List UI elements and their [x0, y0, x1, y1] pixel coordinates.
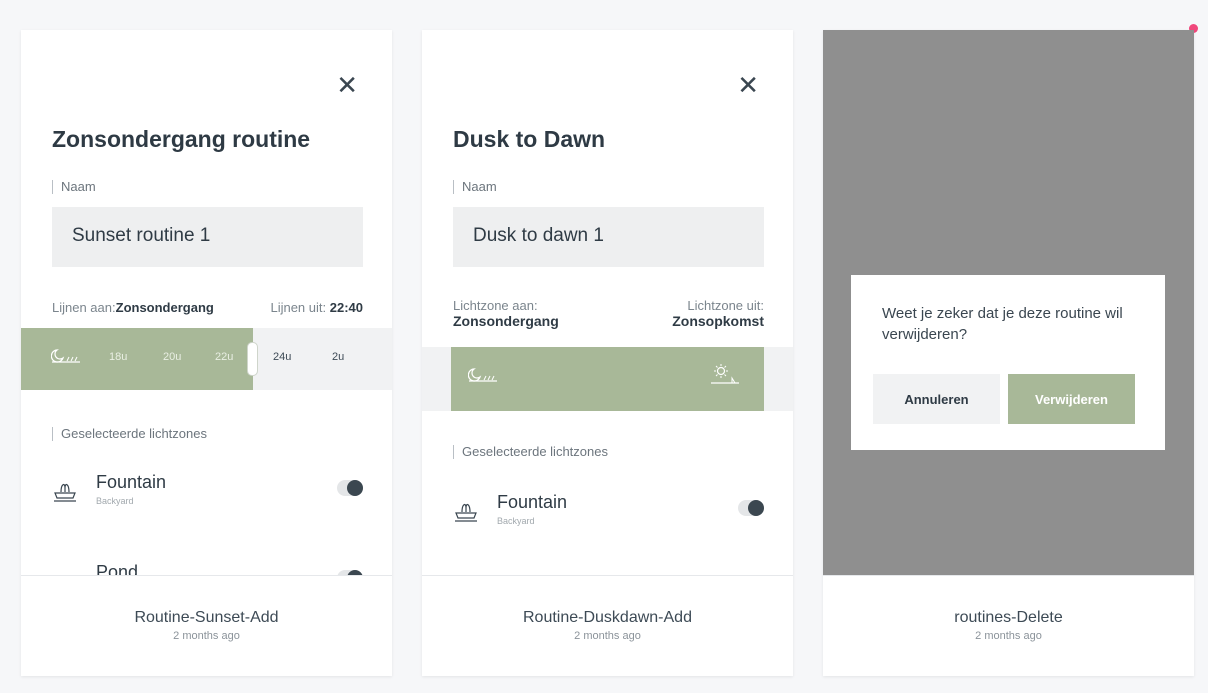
- screen-timestamp: 2 months ago: [173, 630, 240, 642]
- fountain-icon: [455, 503, 477, 522]
- dialog-question: Weet je zeker dat je deze routine wil ve…: [882, 305, 1123, 343]
- card-footer: Routine-Sunset-Add 2 months ago: [21, 576, 392, 676]
- name-field[interactable]: Sunset routine 1: [52, 207, 363, 267]
- selected-zones-label: Geselecteerde lichtzones: [52, 427, 207, 441]
- zone-item[interactable]: Pond: [52, 562, 363, 576]
- screen-preview[interactable]: Weet je zeker dat je deze routine wil ve…: [823, 30, 1194, 576]
- pond-icon: [52, 568, 78, 576]
- zone-subtitle: Backyard: [497, 516, 535, 526]
- zone-name: Fountain: [497, 492, 568, 512]
- delete-button[interactable]: Verwijderen: [1008, 374, 1135, 424]
- screen-timestamp: 2 months ago: [574, 630, 641, 642]
- slider-handle[interactable]: [247, 342, 258, 376]
- tick-label: 24u: [273, 351, 292, 363]
- tick-label: 20u: [163, 351, 182, 363]
- lines-off: Lijnen uit: 22:40: [270, 300, 363, 315]
- screen-timestamp: 2 months ago: [975, 630, 1042, 642]
- zone-toggle[interactable]: [738, 500, 764, 516]
- dusk-dawn-bar: [422, 347, 793, 411]
- zone-item[interactable]: Fountain Backyard: [453, 492, 764, 532]
- sunset-icon: [468, 368, 497, 382]
- close-icon[interactable]: ✕: [737, 72, 759, 98]
- zone-schedule-info: Lichtzone aan: Zonsondergang Lichtzone u…: [453, 298, 764, 329]
- screen-card-delete[interactable]: Weet je zeker dat je deze routine wil ve…: [823, 30, 1194, 676]
- tick-label: 22u: [215, 351, 234, 363]
- cancel-button[interactable]: Annuleren: [873, 374, 1000, 424]
- card-footer: Routine-Duskdawn-Add 2 months ago: [422, 576, 793, 676]
- zone-off-value: Zonsopkomst: [672, 313, 764, 329]
- name-label: Naam: [52, 180, 96, 194]
- screen-preview[interactable]: ✕ Dusk to Dawn Naam Dusk to dawn 1 Licht…: [422, 30, 793, 576]
- lines-on-value: Zonsondergang: [115, 300, 214, 315]
- selected-zones-label: Geselecteerde lichtzones: [453, 445, 608, 459]
- screen-preview[interactable]: ✕ Zonsondergang routine Naam Sunset rout…: [21, 30, 392, 576]
- tick-label: 2u: [332, 351, 345, 363]
- lines-info: Lijnen aan:Zonsondergang Lijnen uit: 22:…: [52, 300, 363, 315]
- zone-off: Lichtzone uit: Zonsopkomst: [672, 298, 764, 329]
- tick-label: 18u: [109, 351, 128, 363]
- name-label: Naam: [453, 180, 497, 194]
- screen-card-sunset[interactable]: ✕ Zonsondergang routine Naam Sunset rout…: [21, 30, 392, 676]
- lines-off-value: 22:40: [329, 300, 363, 315]
- zone-item[interactable]: Fountain Backyard: [52, 472, 363, 512]
- confirm-dialog: Weet je zeker dat je deze routine wil ve…: [851, 275, 1165, 450]
- fountain-icon: [54, 483, 76, 502]
- zone-toggle[interactable]: [337, 480, 363, 496]
- card-footer: routines-Delete 2 months ago: [823, 576, 1194, 676]
- lines-off-label: Lijnen uit:: [270, 300, 327, 315]
- screen-name[interactable]: routines-Delete: [823, 609, 1194, 627]
- sunrise-icon: [711, 364, 739, 384]
- screen-card-duskdawn[interactable]: ✕ Dusk to Dawn Naam Dusk to dawn 1 Licht…: [422, 30, 793, 676]
- zone-subtitle: Backyard: [96, 496, 134, 506]
- screen-name[interactable]: Routine-Sunset-Add: [21, 609, 392, 627]
- zone-name: Fountain: [96, 472, 167, 492]
- name-value: Sunset routine 1: [72, 225, 211, 246]
- sunset-icon: [51, 349, 80, 363]
- zone-name: Pond: [96, 562, 139, 576]
- screen-name[interactable]: Routine-Duskdawn-Add: [422, 609, 793, 627]
- name-field[interactable]: Dusk to dawn 1: [453, 207, 764, 267]
- close-icon[interactable]: ✕: [336, 72, 358, 98]
- zone-off-label: Lichtzone uit:: [687, 298, 764, 313]
- name-value: Dusk to dawn 1: [473, 225, 604, 246]
- time-slider[interactable]: 18u 20u 22u 24u 2u: [21, 328, 392, 390]
- page-title: Zonsondergang routine: [52, 126, 311, 152]
- page-title: Dusk to Dawn: [453, 126, 606, 152]
- lines-on-label: Lijnen aan:: [52, 300, 116, 315]
